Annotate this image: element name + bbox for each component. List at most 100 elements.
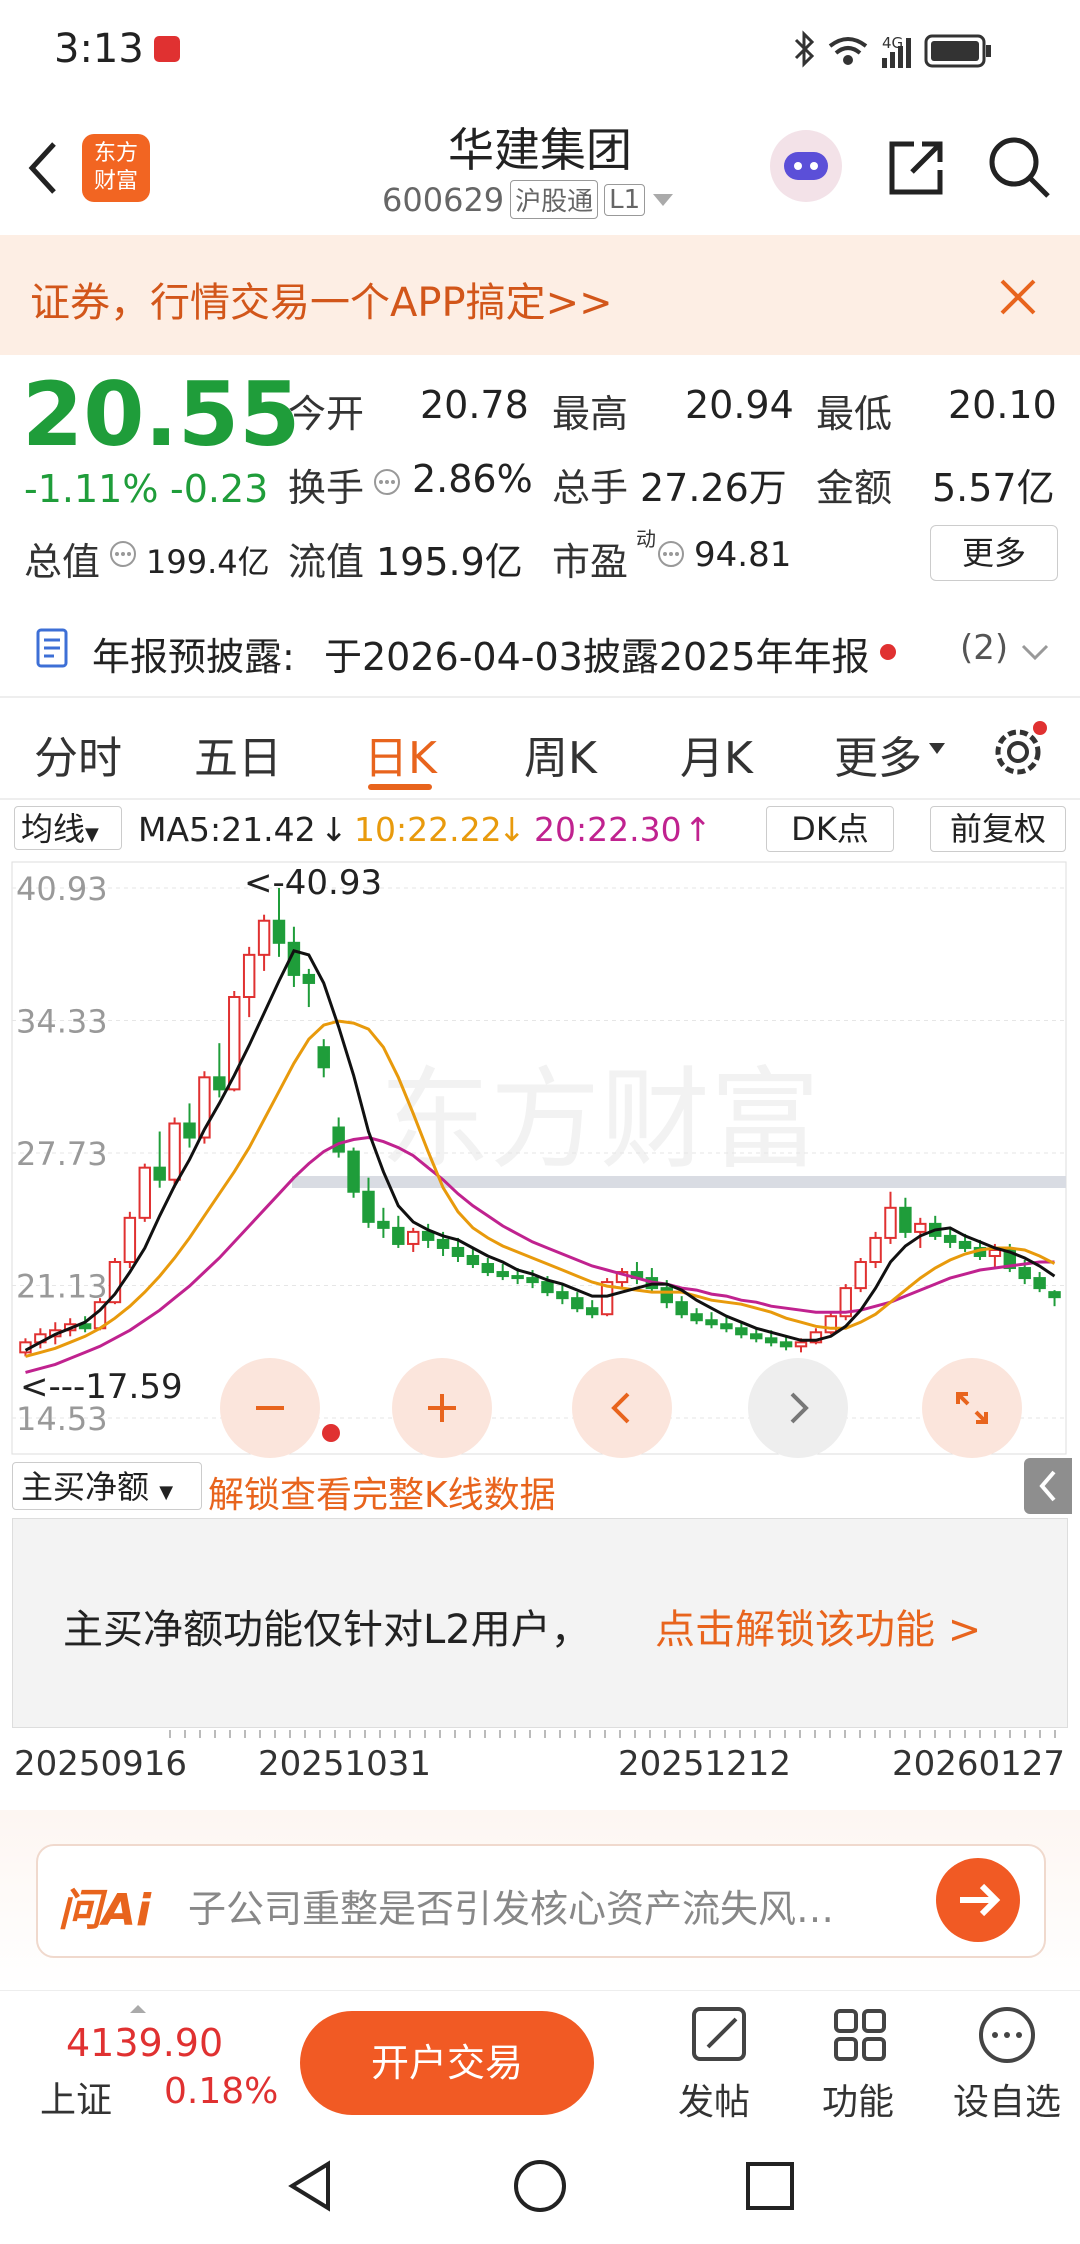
nav-home-icon[interactable] [512,2158,568,2214]
fullscreen-button[interactable] [922,1358,1022,1458]
change-amount: -0.23 [170,467,269,511]
open-account-button[interactable]: 开户交易 [300,2011,594,2115]
search-icon[interactable] [986,134,1052,200]
notice-row[interactable]: 年报预披露: 于2026-04-03披露2025年年报 (2) [0,612,1080,692]
settings-icon[interactable] [988,718,1052,782]
scroll-right-button[interactable] [748,1358,848,1458]
candle-down [421,1230,435,1241]
notice-text: 于2026-04-03披露2025年年报 [324,635,870,679]
pe-value: 94.81 [694,535,792,575]
system-nav-bar [0,2124,1080,2244]
bottom-nav: 4139.90 上证 0.18% 开户交易 发帖 功能 设自选 [0,1990,1080,2125]
candle-up [407,1230,420,1245]
share-icon[interactable] [884,136,948,200]
scroll-left-button[interactable] [572,1358,672,1458]
indicator-selector[interactable]: 主买净额 ▼ [12,1462,202,1510]
candle-down [720,1323,733,1330]
chevron-down-icon [1021,644,1049,661]
candle-down [571,1297,584,1310]
index-name: 上证 [40,2080,113,2121]
index-percent: 0.18% [164,2071,279,2112]
tab-more[interactable]: 更多 [834,722,922,786]
candle-down [347,1150,360,1193]
collapse-panel-button[interactable] [1024,1458,1072,1514]
ma20-value: 20:22.30 [534,810,682,849]
arrow-right-icon [960,1883,1001,1917]
candle-down [526,1277,539,1284]
unlock-feature-link[interactable]: 点击解锁该功能 > [655,1597,981,1655]
level-badge: L1 [604,183,646,216]
expand-icon [956,1392,988,1424]
more-dots-icon[interactable] [372,467,402,497]
candle-down [362,1190,375,1223]
mktcap-value: 199.4亿 [146,543,270,581]
candle-down [899,1206,912,1233]
bluetooth-icon [794,30,815,68]
close-icon[interactable] [998,277,1038,317]
zoom-out-button[interactable] [220,1358,320,1458]
candle-up [794,1341,808,1348]
banner-text: 证券，行情交易一个APP搞定>> [30,280,613,326]
more-button[interactable]: 更多 [930,525,1058,581]
date-label-3: 20251212 [618,1744,792,1784]
tab-daily-k[interactable]: 日K [364,722,437,786]
y-tick-label: 21.13 [16,1268,108,1306]
ma-selector[interactable]: 均线▼ [14,806,122,850]
candle-down [779,1341,793,1348]
candle-down [541,1281,554,1294]
zoom-in-button[interactable] [392,1358,492,1458]
unlock-link[interactable]: 解锁查看完整K线数据 [208,1466,556,1518]
edit-icon [692,2007,746,2061]
dk-point-button[interactable]: DK点 [766,806,894,852]
ma10-arrow: ↓ [498,810,526,849]
plus-icon [428,1394,456,1422]
float-label: 流值 [288,540,365,584]
y-tick-label: 40.93 [16,870,108,908]
tab-monthly-k[interactable]: 月K [680,722,753,786]
promo-banner[interactable]: 证券，行情交易一个APP搞定>> [0,235,1080,355]
nav-back-icon[interactable] [282,2158,338,2214]
nav-recents-icon[interactable] [742,2158,798,2214]
ma20-arrow: ↑ [684,810,712,849]
high-label: 最高 [552,392,629,436]
tab-weekly-k[interactable]: 周K [524,722,597,786]
support-band [292,1176,1066,1188]
functions-button[interactable]: 功能 [808,2003,908,2123]
ask-submit-button[interactable] [936,1858,1020,1942]
add-watchlist-button[interactable]: 设自选 [952,2003,1062,2123]
candle-down [511,1275,524,1280]
post-button[interactable]: 发帖 [664,2003,764,2123]
candle-up [123,1216,137,1264]
divider [0,696,1080,698]
tab-intraday[interactable]: 分时 [34,722,122,786]
index-value: 4139.90 [66,2021,224,2065]
locked-message: 主买净额功能仅针对L2用户， [63,1607,591,1653]
candle-up [257,919,271,956]
more-dots-icon[interactable] [656,539,686,569]
adjust-button[interactable]: 前复权 [930,806,1066,852]
candle-down [1018,1267,1031,1280]
stock-code-row[interactable]: 600629 沪股通 L1 [382,180,675,219]
stock-header: 东方 财富 华建集团 600629 沪股通 L1 [0,100,1080,235]
more-dots-icon[interactable] [108,539,138,569]
candle-down [735,1327,748,1336]
chevron-right-icon [790,1392,809,1424]
ai-assistant-avatar[interactable] [770,130,842,202]
candle-down [958,1240,972,1249]
clock: 3:13 [54,26,144,72]
min-annotation: <---17.59 [20,1367,183,1407]
more-circle-icon [979,2007,1035,2063]
candle-down [332,1126,345,1153]
ask-ai-section: 问Ai 子公司重整是否引发核心资产流失风… [0,1810,1080,1990]
ask-ai-bar[interactable]: 问Ai 子公司重整是否引发核心资产流失风… [36,1844,1046,1958]
tab-five-day[interactable]: 五日 [194,722,282,786]
chevron-left-icon [1039,1470,1056,1502]
date-label-4: 20260127 [892,1744,1066,1784]
candle-up [168,1122,181,1181]
period-tabs: 分时 五日 日K 周K 月K 更多 [0,700,1080,800]
volume-value: 27.26万 [640,466,787,510]
candle-down [466,1254,480,1266]
caret-up-icon [130,2005,146,2013]
mktcap-label: 总值 [24,540,101,584]
candle-up [824,1315,838,1334]
